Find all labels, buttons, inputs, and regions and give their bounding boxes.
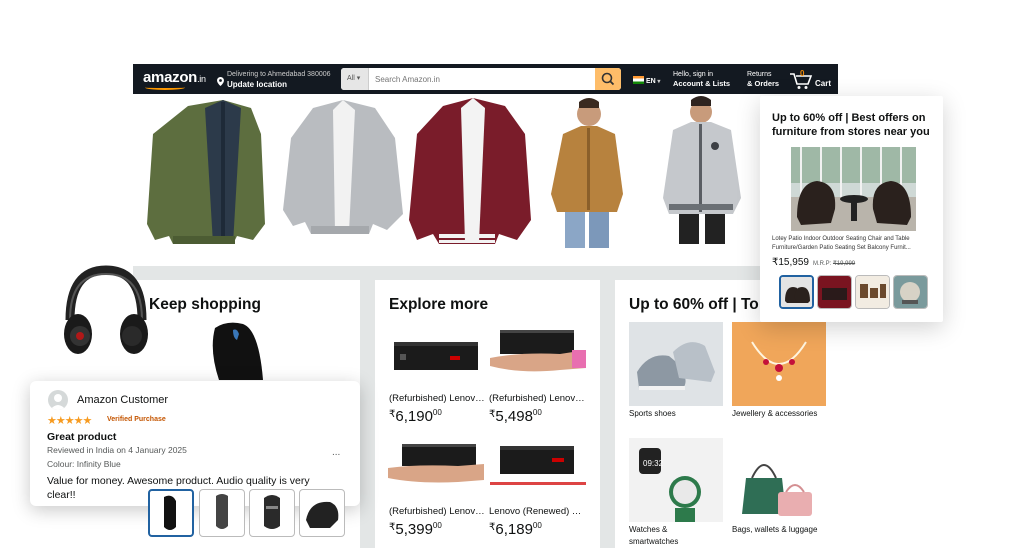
category-bags[interactable]: Bags, wallets & luggage [732,524,822,536]
product-title-4[interactable]: Lenovo (Renewed) ThinkCentre [489,506,585,517]
hero-banner[interactable] [133,94,838,266]
user-avatar-icon [50,394,66,410]
explore-more-title[interactable]: Explore more [389,296,488,314]
customer-review-card: Amazon Customer ★★★★★ Verified Purchase … [30,381,360,506]
mini-pc-in-hand-image-3[interactable] [388,438,484,494]
top-nav-bar: amazon.in Delivering to Ahmedabad 380006… [133,64,838,94]
price-whole: 6,189 [495,521,533,538]
mini-pc-in-hand-image-2[interactable] [490,324,586,380]
offer-description[interactable]: Lotey Patio Indoor Outdoor Seating Chair… [772,235,940,253]
patio-set-picture [791,147,916,231]
category-sports-shoes[interactable]: Sports shoes [629,408,676,420]
mrp-value: ₹19,999 [832,261,856,267]
jacket-products-image [147,96,741,248]
cart-count: 0 [800,69,805,78]
product-title-1[interactable]: (Refurbished) Lenovo ThinkCentre [389,393,485,404]
search-category-dropdown[interactable]: All [341,68,369,90]
product-price-3: ₹5,39900 [389,521,442,538]
india-flag-icon [633,76,644,84]
mini-pc-image-4[interactable] [490,438,586,494]
cart-label: Cart [815,79,832,88]
product-price-2: ₹5,49800 [489,408,542,425]
offer-thumbnail-4[interactable] [893,275,928,309]
price-fraction: 00 [532,521,542,530]
review-date: Reviewed in India on 4 January 2025 [47,445,187,455]
more-options-button[interactable]: ... [332,447,340,458]
review-colour: Colour: Infinity Blue [47,459,121,469]
keep-shopping-title[interactable]: Keep shopping [149,296,261,314]
mouse-product-image[interactable] [207,320,267,380]
star-rating: ★★★★★ [47,415,92,427]
search-button[interactable] [595,68,621,90]
returns-label: Returns [747,71,772,78]
search-icon [601,72,615,86]
offer-price-block: ₹15,959 M.R.P: ₹19,999 [772,257,855,268]
mrp-label: M.R.P: [812,261,832,267]
offer-thumbnail-3[interactable] [855,275,890,309]
logo-text: amazon [143,69,198,86]
keep-shopping-thumb-3[interactable] [249,489,295,537]
logo-smile-icon [145,85,185,90]
product-price-1: ₹6,19000 [389,408,442,425]
search-input[interactable] [371,68,591,90]
mini-pc-image-1[interactable] [390,334,482,378]
headphones-image[interactable] [56,264,156,364]
svg-text:09:32: 09:32 [643,459,664,468]
account-lists-menu[interactable]: Hello, sign in Account & Lists [673,70,730,88]
language-selector[interactable]: EN ▾ [633,76,660,85]
search-bar: All [341,68,621,90]
category-watches[interactable]: Watches & smartwatches [629,524,709,548]
offers-title[interactable]: Up to 60% off | To [629,296,759,314]
review-title: Great product [47,431,117,443]
amazon-logo[interactable]: amazon.in [143,69,206,86]
jewellery-image[interactable] [732,322,826,406]
bags-image[interactable] [732,438,826,522]
keep-shopping-thumb-4[interactable] [299,489,345,537]
update-location-link: Update location [227,80,288,89]
price-fraction: 00 [532,408,542,417]
product-title-3[interactable]: (Refurbished) Lenovo ThinkCentre [389,506,485,517]
price-whole: 6,190 [395,408,433,425]
offer-thumbnail-2[interactable] [817,275,852,309]
account-lists-label: Account & Lists [673,79,731,88]
reviewer-name: Amazon Customer [77,394,169,406]
watches-image[interactable]: 09:32 [629,438,723,522]
page: amazon.in Delivering to Ahmedabad 380006… [0,0,1031,557]
patio-set-image[interactable] [791,147,916,231]
price-fraction: 00 [432,521,442,530]
verified-purchase-badge: Verified Purchase [107,416,166,423]
offer-thumbnail-1[interactable] [779,275,814,309]
avatar [48,390,68,410]
sign-in-greeting: Hello, sign in [673,71,714,78]
deliver-to-text: Delivering to Ahmedabad 380006 [227,71,331,78]
product-title-2[interactable]: (Refurbished) Lenovo ThinkCentre [489,393,585,404]
orders-label: & Orders [747,79,780,88]
explore-more-card: Explore more (Refurbished) Lenovo ThinkC… [375,280,600,548]
sports-shoes-image[interactable] [629,322,723,406]
price-whole: 5,498 [495,408,533,425]
price-fraction: 00 [432,408,442,417]
offer-price: ₹15,959 [772,257,809,268]
language-label: EN [646,78,656,85]
keep-shopping-thumb-1[interactable] [148,489,194,537]
logo-tld: .in [197,74,206,84]
cart-button[interactable]: 0 Cart [789,69,834,90]
product-price-4: ₹6,18900 [489,521,542,538]
offer-title[interactable]: Up to 60% off | Best offers on furniture… [772,111,942,139]
keep-shopping-thumb-2[interactable] [199,489,245,537]
returns-orders-link[interactable]: Returns & Orders [747,70,779,88]
price-whole: 5,399 [395,521,433,538]
category-jewellery[interactable]: Jewellery & accessories [732,408,817,420]
location-pin-icon [217,77,224,86]
furniture-offer-card[interactable]: Up to 60% off | Best offers on furniture… [760,96,943,322]
